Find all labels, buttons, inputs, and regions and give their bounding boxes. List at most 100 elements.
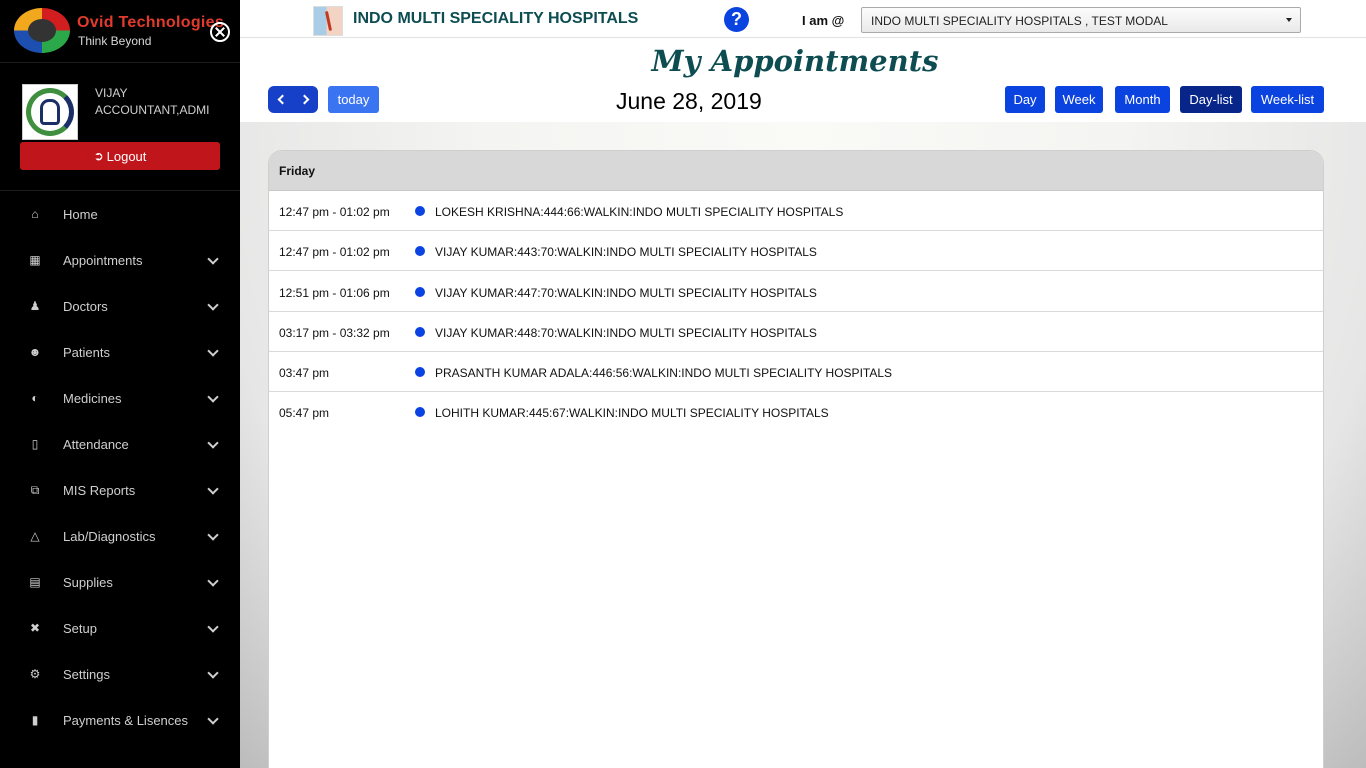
calendar-icon: ▦	[29, 253, 41, 267]
logout-label: Logout	[106, 148, 147, 164]
iam-label: I am @	[802, 13, 845, 28]
event-title: LOHITH KUMAR:445:67:WALKIN:INDO MULTI SP…	[435, 406, 829, 420]
chevron-down-icon	[208, 577, 218, 587]
view-day-list-button[interactable]: Day-list	[1180, 86, 1242, 113]
topbar: INDO MULTI SPECIALITY HOSPITALS ? I am @…	[240, 0, 1366, 38]
event-dot-icon	[415, 246, 425, 256]
sidebar: Ovid Technologies Think Beyond VIJAY ACC…	[0, 0, 240, 768]
event-title: VIJAY KUMAR:447:70:WALKIN:INDO MULTI SPE…	[435, 286, 817, 300]
event-time: 03:17 pm - 03:32 pm	[279, 326, 390, 340]
avatar	[22, 84, 78, 140]
brand-name: Ovid Technologies	[77, 14, 225, 31]
view-week-list-button[interactable]: Week-list	[1251, 86, 1324, 113]
chevron-down-icon	[208, 439, 218, 449]
chevron-right-icon	[299, 94, 309, 105]
view-week-button[interactable]: Week	[1055, 86, 1103, 113]
next-button[interactable]	[293, 86, 318, 113]
sidebar-item-label: Doctors	[63, 298, 108, 314]
chevron-down-icon	[208, 301, 218, 311]
sidebar-item-lab-diagnostics[interactable]: △ Lab/Diagnostics	[0, 513, 240, 559]
sidebar-item-mis-reports[interactable]: ⧉ MIS Reports	[0, 467, 240, 513]
list-item[interactable]: 05:47 pm LOHITH KUMAR:445:67:WALKIN:INDO…	[269, 392, 1323, 432]
sidebar-item-label: Attendance	[63, 436, 129, 452]
chevron-down-icon	[208, 669, 218, 679]
help-icon[interactable]: ?	[724, 7, 749, 32]
sidebar-item-label: Payments & Lisences	[63, 712, 189, 728]
event-dot-icon	[415, 327, 425, 337]
sidebar-item-setup[interactable]: ✖ Setup	[0, 605, 240, 651]
sidebar-item-label: Setup	[63, 620, 97, 636]
copy-icon: ⧉	[30, 482, 40, 497]
sidebar-item-label: MIS Reports	[63, 482, 136, 498]
prev-button[interactable]	[268, 86, 293, 113]
sidebar-item-label: Patients	[63, 344, 110, 360]
sidebar-item-payments[interactable]: ▮ Payments & Lisences	[0, 697, 240, 743]
sidebar-item-label: Lab/Diagnostics	[63, 528, 156, 544]
user-name: VIJAY	[95, 86, 128, 100]
user-role: ACCOUNTANT,ADMI	[95, 103, 210, 117]
close-sidebar-icon[interactable]	[210, 22, 230, 42]
gear-icon: ⚙	[29, 667, 41, 681]
sidebar-nav: ⌂ Home ▦ Appointments ♟ Doctors ☻ Patien…	[0, 191, 240, 743]
day-header: Friday	[269, 151, 1323, 191]
event-title: VIJAY KUMAR:448:70:WALKIN:INDO MULTI SPE…	[435, 326, 817, 340]
event-title: PRASANTH KUMAR ADALA:446:56:WALKIN:INDO …	[435, 366, 893, 380]
sidebar-item-label: Appointments	[63, 252, 143, 268]
event-time: 12:47 pm - 01:02 pm	[279, 245, 390, 259]
brand-tagline: Think Beyond	[78, 34, 152, 48]
event-dot-icon	[415, 407, 425, 417]
event-time: 05:47 pm	[279, 406, 330, 420]
sidebar-item-label: Home	[63, 206, 98, 222]
chevron-left-icon	[277, 94, 287, 105]
hospital-select[interactable]: INDO MULTI SPECIALITY HOSPITALS , TEST M…	[861, 7, 1301, 33]
chevron-down-icon	[208, 393, 218, 403]
sidebar-item-attendance[interactable]: ▯ Attendance	[0, 421, 240, 467]
event-title: LOKESH KRISHNA:444:66:WALKIN:INDO MULTI …	[435, 205, 844, 219]
sidebar-item-label: Supplies	[63, 574, 113, 590]
view-day-button[interactable]: Day	[1005, 86, 1045, 113]
flask-icon: △	[30, 529, 40, 543]
sidebar-item-patients[interactable]: ☻ Patients	[0, 329, 240, 375]
home-icon: ⌂	[31, 207, 39, 221]
caret-down-icon	[1286, 18, 1292, 22]
brand-logo	[14, 8, 70, 53]
logout-button[interactable]: ➲ Logout	[20, 142, 220, 170]
sidebar-item-medicines[interactable]: ◐ Medicines	[0, 375, 240, 421]
list-item[interactable]: 03:47 pm PRASANTH KUMAR ADALA:446:56:WAL…	[269, 352, 1323, 392]
sign-out-icon: ➲	[93, 149, 104, 163]
list-item[interactable]: 12:51 pm - 01:06 pm VIJAY KUMAR:447:70:W…	[269, 272, 1323, 312]
event-time: 12:47 pm - 01:02 pm	[279, 205, 390, 219]
id-badge-icon: ▮	[31, 713, 39, 727]
sidebar-item-settings[interactable]: ⚙ Settings	[0, 651, 240, 697]
sidebar-item-label: Settings	[63, 666, 110, 682]
sidebar-item-doctors[interactable]: ♟ Doctors	[0, 283, 240, 329]
chevron-down-icon	[208, 623, 218, 633]
page-title: My Appointments	[651, 44, 939, 78]
chevron-down-icon	[208, 485, 218, 495]
chevron-down-icon	[208, 531, 218, 541]
book-icon: ▯	[31, 437, 39, 451]
view-month-button[interactable]: Month	[1115, 86, 1170, 113]
event-time: 03:47 pm	[279, 366, 330, 380]
list-item[interactable]: 12:47 pm - 01:02 pm VIJAY KUMAR:443:70:W…	[269, 231, 1323, 271]
sidebar-item-appointments[interactable]: ▦ Appointments	[0, 237, 240, 283]
pills-icon: ◐	[31, 391, 39, 405]
sidebar-item-home[interactable]: ⌂ Home	[0, 191, 240, 237]
list-item[interactable]: 12:47 pm - 01:02 pm LOKESH KRISHNA:444:6…	[269, 191, 1323, 231]
main-content: My Appointments today June 28, 2019 Day …	[240, 38, 1366, 768]
tools-icon: ✖	[29, 621, 41, 635]
sidebar-item-supplies[interactable]: ▤ Supplies	[0, 559, 240, 605]
hospital-name: INDO MULTI SPECIALITY HOSPITALS	[353, 10, 639, 27]
chevron-down-icon	[208, 347, 218, 357]
appointment-list-panel: Friday 12:47 pm - 01:02 pm LOKESH KRISHN…	[268, 150, 1324, 768]
event-dot-icon	[415, 206, 425, 216]
today-button[interactable]: today	[328, 86, 379, 113]
list-item[interactable]: 03:17 pm - 03:32 pm VIJAY KUMAR:448:70:W…	[269, 312, 1323, 352]
hospital-logo	[313, 6, 343, 36]
day-label: Friday	[279, 164, 316, 178]
event-dot-icon	[415, 367, 425, 377]
event-dot-icon	[415, 287, 425, 297]
event-title: VIJAY KUMAR:443:70:WALKIN:INDO MULTI SPE…	[435, 245, 817, 259]
brand: Ovid Technologies Think Beyond	[14, 8, 234, 56]
divider	[0, 62, 240, 63]
